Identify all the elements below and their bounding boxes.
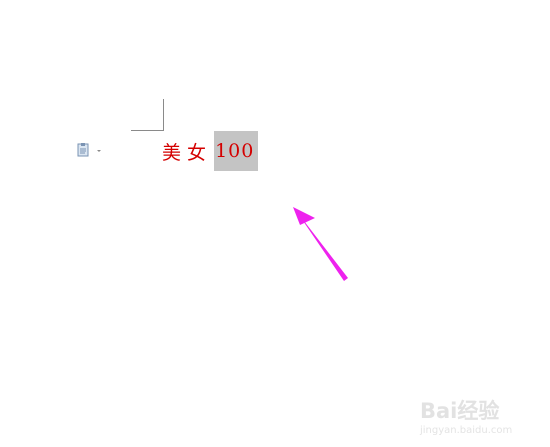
annotation-arrow bbox=[293, 207, 348, 281]
page-margin-corner-mark bbox=[131, 99, 164, 131]
document-text-line[interactable]: 美 女 100 bbox=[162, 131, 259, 171]
document-text[interactable]: 美 女 bbox=[162, 138, 212, 165]
selected-text[interactable]: 100 bbox=[214, 131, 259, 171]
document-canvas: 美 女 100 Bai经验 jingyan.baidu.com bbox=[0, 0, 550, 447]
watermark-url: jingyan.baidu.com bbox=[420, 425, 513, 436]
clipboard-icon bbox=[77, 143, 89, 157]
chevron-down-icon bbox=[97, 150, 101, 152]
paste-options-button[interactable] bbox=[76, 142, 106, 158]
watermark-logo: Bai经验 jingyan.baidu.com bbox=[420, 395, 540, 440]
watermark-main-text: Bai经验 bbox=[420, 399, 500, 423]
